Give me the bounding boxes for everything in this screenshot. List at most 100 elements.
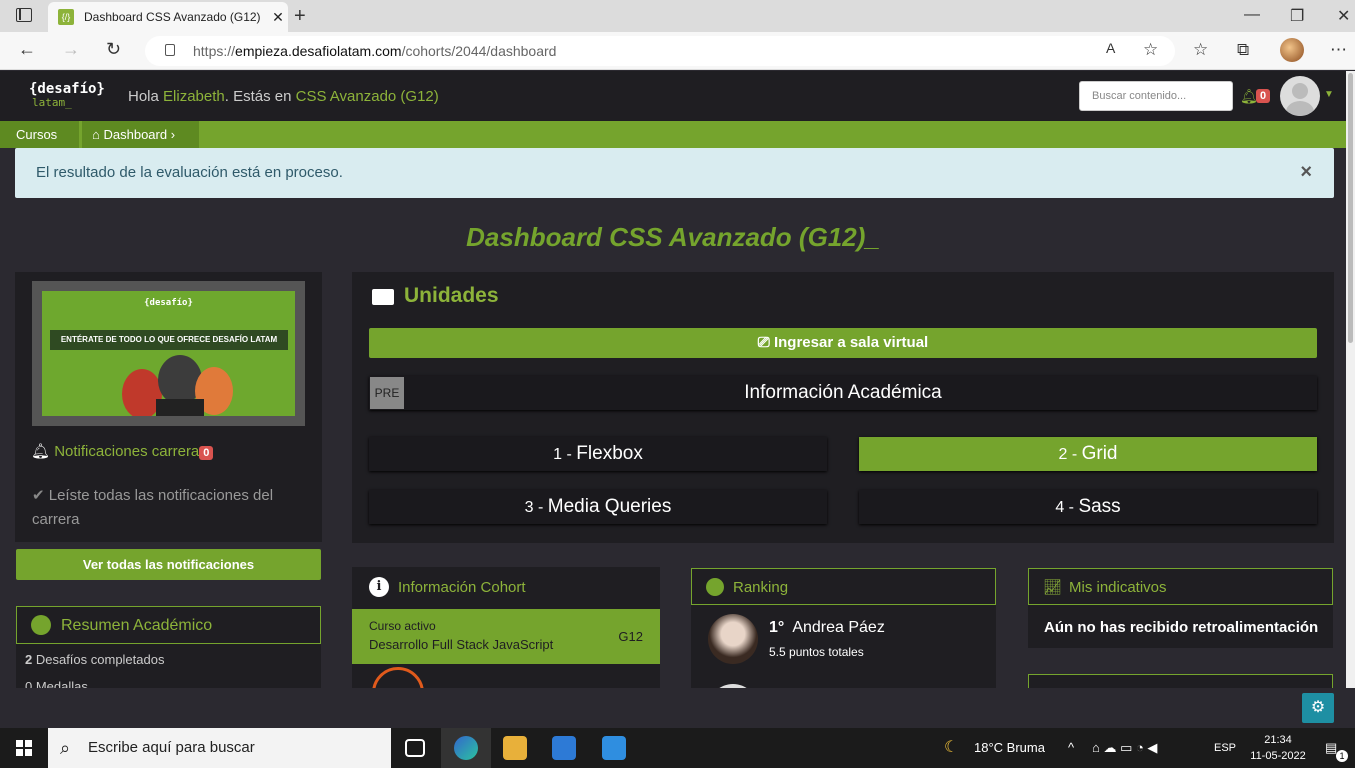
windows-taskbar: ⌕ Escribe aquí para buscar ☾ 18°C Bruma … [0, 728, 1355, 768]
pie-chart-icon [31, 615, 51, 635]
notifications-status-text: Leíste todas las notificaciones del carr… [32, 487, 274, 528]
units-panel: Unidades ⎚ Ingresar a sala virtual PRE I… [352, 272, 1334, 543]
academic-summary-title: Resumen Académico [61, 617, 213, 634]
indicators-header[interactable]: 📈︎ Mis indicativos [1028, 568, 1333, 605]
taskbar-search-placeholder: Escribe aquí para buscar [88, 739, 255, 756]
promo-logo: {desafío} [144, 298, 193, 308]
favicon-icon: {/} [58, 9, 74, 25]
greeting-hola: Hola [128, 88, 164, 105]
ranking-title: Ranking [733, 579, 789, 596]
read-aloud-icon[interactable]: A [1106, 40, 1115, 56]
logo-sub: latam_ [32, 96, 72, 109]
clock[interactable]: 21:34 11-05-2022 [1250, 732, 1306, 764]
gear-icon[interactable]: ⚙ [1302, 693, 1334, 723]
store-icon[interactable] [552, 736, 576, 760]
language-indicator[interactable]: ESP [1214, 742, 1236, 754]
close-icon[interactable]: × [1300, 161, 1312, 184]
unit-number: 2 - [1058, 446, 1082, 463]
check-icon: ✔ [32, 487, 45, 504]
unit-button-sass[interactable]: 4 - Sass [859, 490, 1317, 524]
taskbar-search-input[interactable]: ⌕ Escribe aquí para buscar [48, 728, 391, 768]
scrollbar-thumb[interactable] [1348, 73, 1353, 343]
course-progress-ring [372, 667, 424, 688]
greeting-mid: . Estás en [224, 88, 296, 105]
breadcrumb-dashboard[interactable]: ⌂ Dashboard › [82, 121, 199, 148]
unit-button-media-queries[interactable]: 3 - Media Queries [369, 490, 827, 524]
forward-icon[interactable]: → [62, 39, 80, 60]
virtual-room-button[interactable]: ⎚ Ingresar a sala virtual [369, 328, 1317, 358]
academic-info-button[interactable]: PRE Información Académica [369, 376, 1317, 410]
chevron-down-icon[interactable]: ▼ [1324, 89, 1334, 100]
back-icon[interactable]: ← [18, 39, 36, 60]
tab-actions-icon[interactable] [16, 8, 32, 22]
promo-laptop-icon [156, 399, 204, 416]
tray-chevron-icon[interactable]: ^ [1068, 740, 1074, 755]
promo-banner[interactable]: {desafío} ENTÉRATE DE TODO LO QUE OFRECE… [32, 281, 305, 426]
file-explorer-icon[interactable] [503, 736, 527, 760]
home-icon: ⌂ [92, 127, 100, 142]
minimize-icon[interactable]: — [1244, 6, 1260, 24]
ranking-points: 5.5 puntos totales [769, 645, 864, 659]
search-input[interactable]: Buscar contenido... [1079, 81, 1233, 111]
breadcrumb: Cursos › ⌂ Dashboard › [0, 121, 1346, 169]
add-favorite-icon[interactable]: ☆ [1143, 40, 1158, 60]
notifications-career-title[interactable]: 🔔︎ Notificaciones carrera 0 [31, 442, 214, 460]
search-icon: ⌕ [60, 738, 71, 758]
windows-start-icon[interactable] [16, 740, 32, 756]
tab-title: Dashboard CSS Avanzado (G12) [84, 10, 261, 24]
active-course-label: Curso activo [369, 619, 436, 633]
edge-taskbar-slot[interactable] [441, 728, 491, 768]
greeting: Hola Elizabeth. Estás en CSS Avanzado (G… [128, 88, 439, 105]
breadcrumb-cursos[interactable]: Cursos › [0, 121, 79, 169]
medals-count: 0 Medallas [25, 679, 88, 688]
task-view-icon[interactable] [405, 739, 425, 757]
browser-profile-avatar[interactable] [1280, 38, 1304, 62]
weather-text[interactable]: 18°C Bruma [974, 740, 1045, 755]
notification-count-badge: 1 [1336, 750, 1348, 762]
challenges-label: Desafíos completados [32, 652, 165, 667]
new-tab-icon[interactable]: + [294, 5, 306, 28]
ranking-header[interactable]: Ranking [691, 568, 996, 605]
favorites-icon[interactable]: ☆ [1193, 40, 1208, 60]
unit-label: Sass [1078, 496, 1121, 517]
reload-icon[interactable]: ↻ [106, 39, 121, 60]
desafio-logo[interactable]: {desafío} latam_ [29, 82, 105, 110]
user-avatar[interactable] [1280, 76, 1320, 116]
pre-badge: PRE [370, 377, 404, 409]
notifications-status: ✔ Leíste todas las notificaciones del ca… [32, 484, 312, 532]
academic-summary-body: 2 Desafíos completados 0 Medallas [16, 644, 321, 688]
active-course-row[interactable]: Curso activo Desarrollo Full Stack JavaS… [352, 609, 660, 664]
lock-icon[interactable] [165, 44, 175, 56]
logo-main: {desafío} [29, 81, 105, 97]
ranking-avatar [708, 684, 758, 688]
collections-icon[interactable]: ⧉ [1237, 40, 1249, 60]
info-icon: i [369, 577, 389, 597]
browser-tab[interactable]: {/} Dashboard CSS Avanzado (G12) ✕ [48, 2, 288, 32]
unit-button-flexbox[interactable]: 1 - Flexbox [369, 437, 827, 471]
notifications-career-label: Notificaciones carrera [54, 443, 200, 460]
clock-time: 21:34 [1264, 734, 1292, 746]
mail-icon[interactable] [602, 736, 626, 760]
cohort-info-card: i Información Cohort Curso activo Desarr… [352, 567, 660, 688]
academic-info-label: Información Académica [744, 382, 942, 403]
address-bar: ← → ↻ https://empieza.desafiolatam.com/c… [0, 32, 1355, 70]
url-path: /cohorts/2044/dashboard [401, 43, 557, 59]
page-title: Dashboard CSS Avanzado (G12)_ [466, 222, 880, 252]
restore-icon[interactable]: ❐ [1290, 6, 1304, 26]
url-prefix: https:// [193, 43, 236, 59]
course-name: CSS Avanzado (G12) [295, 88, 439, 105]
unit-number: 4 - [1055, 499, 1079, 516]
indicators-title: Mis indicativos [1069, 579, 1167, 596]
ranking-name: Andrea Páez [792, 619, 885, 636]
unit-label: Media Queries [547, 496, 672, 517]
more-menu-icon[interactable]: ⋯ [1330, 40, 1347, 60]
academic-summary-header[interactable]: Resumen Académico [16, 606, 321, 644]
page-scrollbar[interactable] [1346, 71, 1355, 688]
unit-button-grid[interactable]: 2 - Grid [859, 437, 1317, 471]
close-window-icon[interactable]: ✕ [1337, 6, 1350, 26]
tray-icons[interactable]: ⌂ ☁ ▭ ◔ ◀ [1092, 740, 1157, 756]
see-all-notifications-button[interactable]: Ver todas las notificaciones [16, 549, 321, 580]
unit-label: Flexbox [576, 443, 643, 464]
close-tab-icon[interactable]: ✕ [268, 9, 288, 26]
url-field[interactable]: https://empieza.desafiolatam.com/cohorts… [145, 36, 1175, 66]
